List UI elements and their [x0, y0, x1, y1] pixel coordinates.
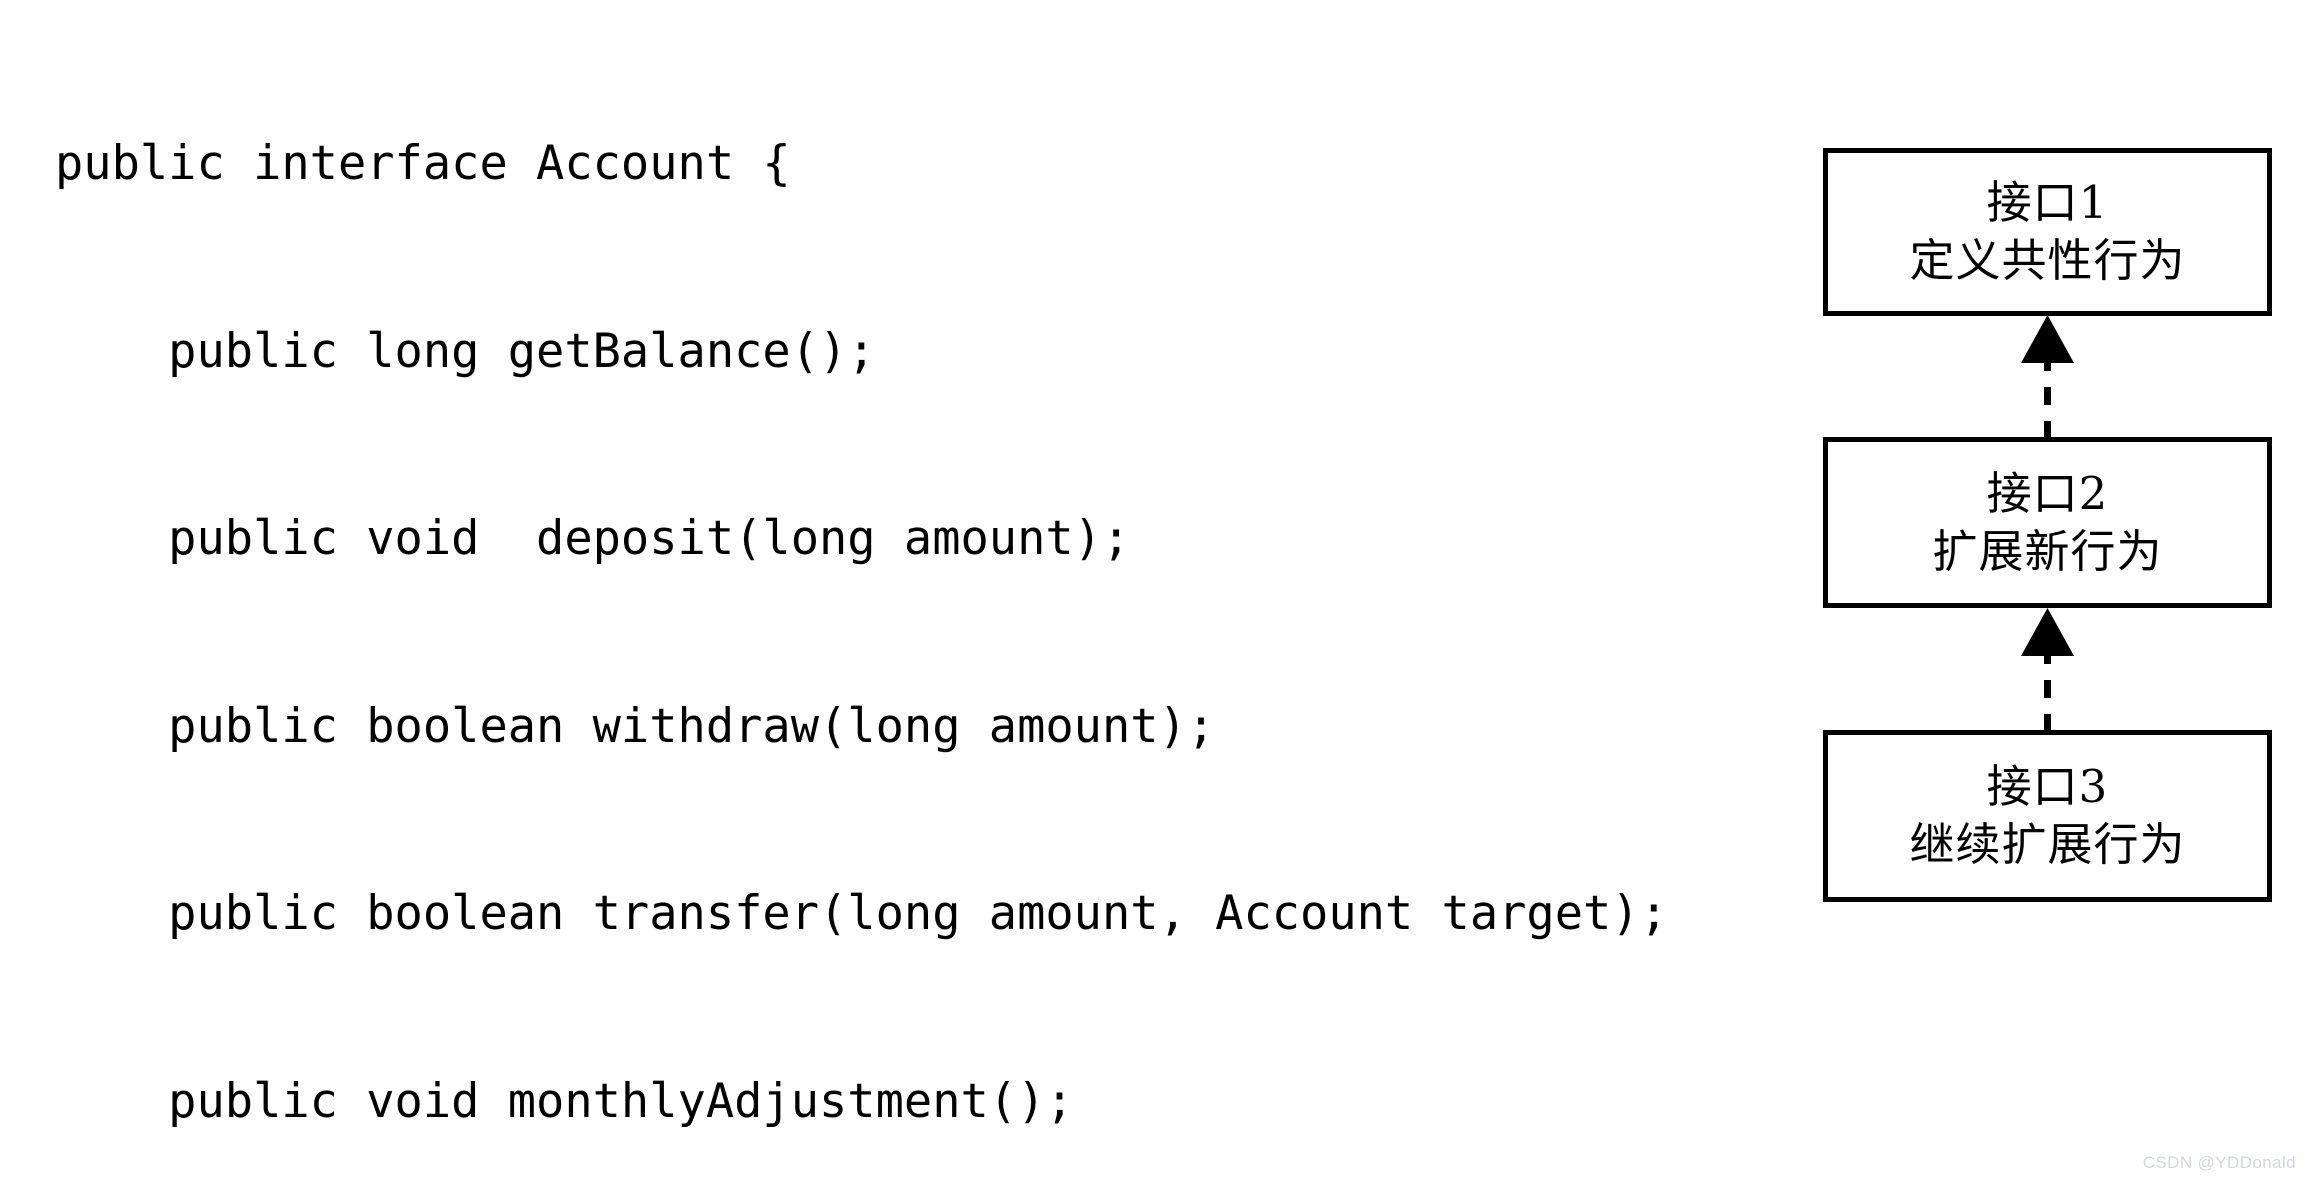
- uml-box-interface-3: 接口3 继续扩展行为: [1823, 730, 2272, 902]
- code-line: public void deposit(long amount);: [55, 511, 1131, 566]
- uml-realization-arrow-2-to-1: [1823, 313, 2272, 439]
- page-root: public interface Account { public long g…: [0, 0, 2310, 1183]
- uml-box-1-subtitle: 定义共性行为: [1909, 234, 2186, 287]
- uml-box-3-title: 接口3: [1986, 760, 2109, 813]
- uml-diagram: 接口1 定义共性行为 接口2 扩展新行为 接口3 继续扩展行为: [1823, 0, 2283, 1183]
- watermark: CSDN @YDDonald: [2142, 1153, 2296, 1172]
- code-line: public void monthlyAdjustment();: [55, 1073, 1074, 1129]
- arrow-up-dashed-icon: [2021, 315, 2074, 439]
- uml-box-2-subtitle: 扩展新行为: [1932, 524, 2163, 578]
- code-line: public boolean withdraw(long amount);: [55, 698, 1216, 754]
- arrow-up-dashed-icon: [2021, 608, 2074, 732]
- uml-box-2-title: 接口2: [1986, 466, 2109, 520]
- uml-realization-arrow-3-to-2: [1823, 605, 2272, 732]
- uml-box-1-title: 接口1: [1986, 176, 2109, 229]
- code-listing: public interface Account { public long g…: [55, 8, 1815, 1183]
- uml-box-interface-1: 接口1 定义共性行为: [1823, 148, 2272, 316]
- code-line: public boolean transfer(long amount, Acc…: [55, 886, 1668, 941]
- code-line: public long getBalance();: [55, 323, 876, 379]
- uml-box-3-subtitle: 继续扩展行为: [1909, 818, 2186, 871]
- uml-box-interface-2: 接口2 扩展新行为: [1823, 437, 2272, 608]
- code-line: public interface Account {: [55, 136, 791, 191]
